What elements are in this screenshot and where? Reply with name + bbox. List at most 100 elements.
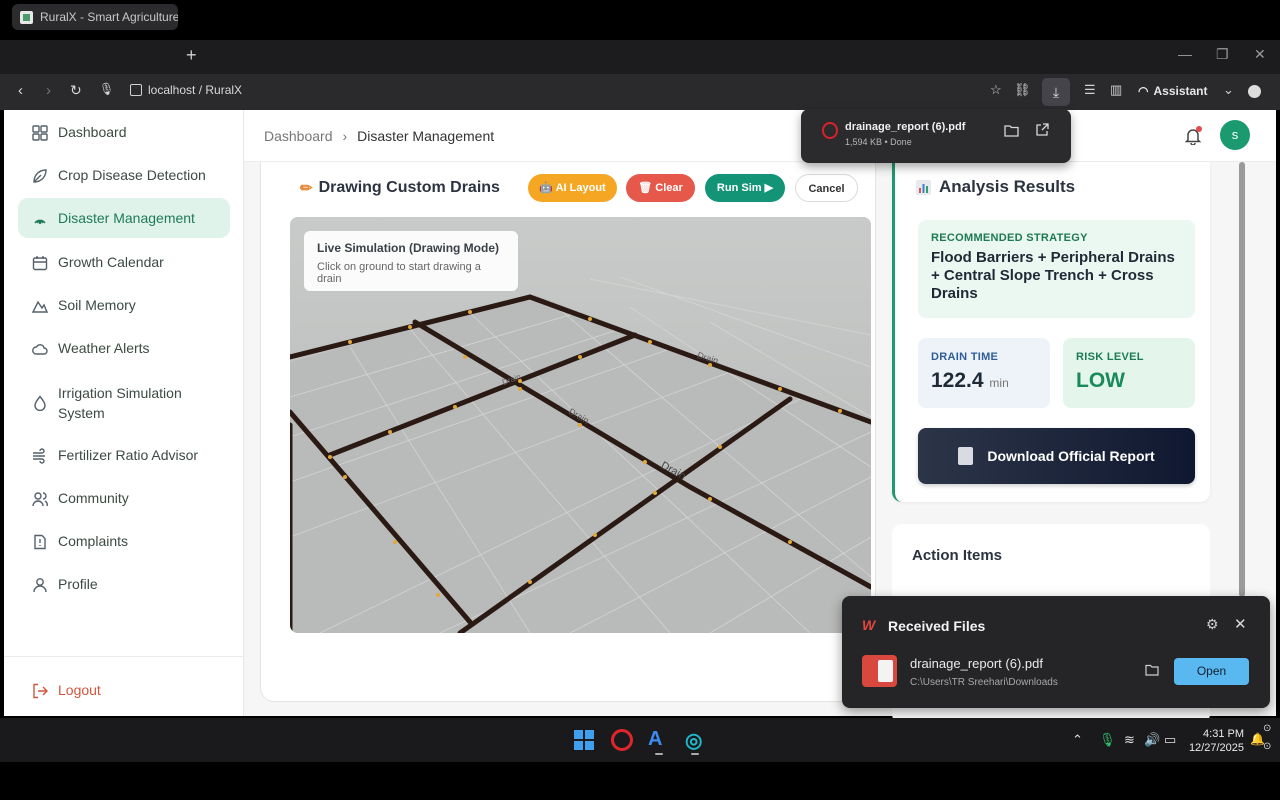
downloads-icon[interactable]: ⤓ (1042, 78, 1070, 106)
new-tab-icon[interactable]: + (186, 45, 197, 66)
open-external-icon[interactable] (1035, 123, 1049, 137)
restore-icon[interactable]: ❐ (1216, 46, 1229, 63)
volume-icon[interactable]: 🔊 (1144, 732, 1160, 748)
download-report-button[interactable]: Download Official Report (918, 428, 1195, 484)
users-icon (32, 492, 48, 507)
menu-lines-icon[interactable]: ☰ (1084, 82, 1096, 98)
simulation-info-box: Live Simulation (Drawing Mode) Click on … (304, 231, 518, 291)
sidebar-item-disaster[interactable]: Disaster Management (18, 198, 230, 238)
tab-title: RuralX - Smart Agriculture Ec (40, 10, 178, 24)
settings-gear-icon[interactable]: ⚙ (1206, 616, 1219, 633)
analysis-title-text: Analysis Results (939, 177, 1076, 196)
opera-taskbar-icon[interactable] (611, 729, 633, 751)
page-scrollbar[interactable] (1239, 162, 1245, 597)
action-items-title: Action Items (912, 547, 1003, 564)
arc-app-icon[interactable]: A (648, 728, 662, 751)
running-indicator (691, 753, 699, 755)
sidebar: Dashboard Crop Disease Detection Disaste… (4, 110, 244, 716)
breadcrumb-current: Disaster Management (357, 128, 495, 144)
run-sim-label: Run Sim ▶ (716, 182, 774, 194)
back-icon[interactable]: ‹ (18, 82, 23, 99)
windows-start-icon[interactable] (574, 730, 594, 750)
opera-icon (822, 122, 838, 139)
minimize-icon[interactable]: — (1178, 46, 1192, 62)
folder-icon[interactable] (1004, 124, 1019, 137)
open-folder-icon[interactable] (1145, 664, 1159, 676)
url-field[interactable]: localhost / RuralX (130, 83, 242, 97)
wifi-icon[interactable]: ≋ (1124, 732, 1135, 748)
bookmark-star-icon[interactable]: ☆ (990, 82, 1002, 98)
tray-chevron-up-icon[interactable]: ⌃ (1072, 732, 1083, 748)
sidebar-item-profile[interactable]: Profile (18, 576, 230, 593)
sidebar-item-crop-disease[interactable]: Crop Disease Detection (18, 167, 230, 184)
logout-label: Logout (58, 682, 101, 698)
robot-icon: 🤖 (539, 182, 556, 194)
run-sim-button[interactable]: Run Sim ▶ (705, 174, 785, 202)
sidebar-item-label: Profile (58, 576, 98, 592)
vscode-like-icon[interactable]: ◎ (685, 728, 702, 753)
battery-icon[interactable]: ▭ (1164, 732, 1176, 748)
sidebar-item-label: Soil Memory (58, 297, 136, 313)
avatar[interactable]: s (1220, 120, 1250, 150)
audio-wave-icon[interactable]: ▥ (1110, 82, 1122, 98)
sidebar-item-complaints[interactable]: Complaints (18, 533, 230, 550)
download-file-name[interactable]: drainage_report (6).pdf (845, 121, 965, 133)
leaf-icon (33, 169, 47, 183)
analysis-title: Analysis Results (916, 177, 1075, 197)
risk-level-label: RISK LEVEL (1076, 351, 1144, 363)
cloud-icon (32, 344, 48, 355)
drain-time-value: 122.4 (931, 369, 984, 392)
mic-icon[interactable]: 🎙 (99, 82, 114, 96)
notification-dot (1196, 126, 1202, 132)
grid-icon (32, 125, 48, 141)
close-window-icon[interactable]: ✕ (1254, 46, 1266, 63)
sidebar-item-irrigation[interactable]: Irrigation Simulation System (18, 383, 208, 423)
recommended-strategy: RECOMMENDED STRATEGY Flood Barriers + Pe… (918, 220, 1195, 318)
breadcrumb: Dashboard › Disaster Management (264, 128, 494, 144)
page-header: Dashboard › Disaster Management s (244, 110, 1276, 162)
received-file-name[interactable]: drainage_report (6).pdf (910, 656, 1043, 671)
wind-icon (33, 448, 45, 464)
sidebar-item-dashboard[interactable]: Dashboard (18, 124, 230, 141)
download-report-label: Download Official Report (987, 448, 1155, 464)
forward-icon[interactable]: › (46, 82, 51, 99)
received-files-panel (842, 596, 1270, 708)
system-clock[interactable]: 4:31 PM 12/27/2025 (1188, 727, 1244, 755)
sidebar-item-soil-memory[interactable]: Soil Memory (18, 297, 230, 314)
drain-time-label: DRAIN TIME (931, 351, 999, 363)
sidebar-item-label: Dashboard (58, 124, 127, 140)
link-icon[interactable]: ⛓ (1014, 82, 1031, 98)
sidebar-item-growth-calendar[interactable]: Growth Calendar (18, 254, 230, 271)
close-icon[interactable]: ✕ (1234, 615, 1247, 633)
alert-icon (34, 534, 46, 550)
breadcrumb-root[interactable]: Dashboard (264, 128, 333, 144)
assistant-button[interactable]: ◠ Assistant (1138, 84, 1208, 98)
sidebar-item-label: Weather Alerts (58, 340, 150, 356)
ai-layout-button[interactable]: 🤖 AI Layout (528, 174, 617, 202)
clear-button[interactable]: 🗑 Clear (626, 174, 695, 202)
tray-extra-icon[interactable]: ⊙ (1263, 723, 1271, 734)
simulation-title: Live Simulation (Drawing Mode) (317, 241, 500, 255)
ai-layout-label: AI Layout (555, 182, 606, 194)
bar-chart-icon (916, 179, 931, 195)
profile-orb-icon[interactable] (1248, 85, 1261, 98)
tray-extra-icon-2[interactable]: ⊙ (1263, 741, 1271, 752)
risk-level-card: RISK LEVEL LOW (1063, 338, 1195, 408)
open-file-button[interactable]: Open (1174, 658, 1249, 685)
download-file-meta: 1,594 KB • Done (845, 137, 912, 147)
screen-top (0, 0, 1280, 40)
simulation-subtitle: Click on ground to start drawing a drain (317, 261, 481, 285)
chevron-right-icon: › (342, 128, 348, 144)
chevron-down-icon[interactable]: ⌄ (1223, 82, 1234, 98)
browser-tab[interactable]: RuralX - Smart Agriculture Ec (12, 4, 178, 30)
strategy-label: RECOMMENDED STRATEGY (931, 232, 1088, 244)
cancel-button[interactable]: Cancel (795, 174, 858, 202)
logout-button[interactable]: Logout (18, 682, 230, 699)
cancel-label: Cancel (808, 183, 845, 195)
sidebar-item-weather-alerts[interactable]: Weather Alerts (18, 340, 230, 357)
sidebar-item-fertilizer[interactable]: Fertilizer Ratio Advisor (18, 447, 230, 464)
reload-icon[interactable]: ↻ (70, 82, 82, 99)
tray-mic-icon[interactable]: 🎙 (1099, 732, 1116, 748)
sidebar-item-community[interactable]: Community (18, 490, 230, 507)
pdf-file-icon (862, 655, 897, 687)
